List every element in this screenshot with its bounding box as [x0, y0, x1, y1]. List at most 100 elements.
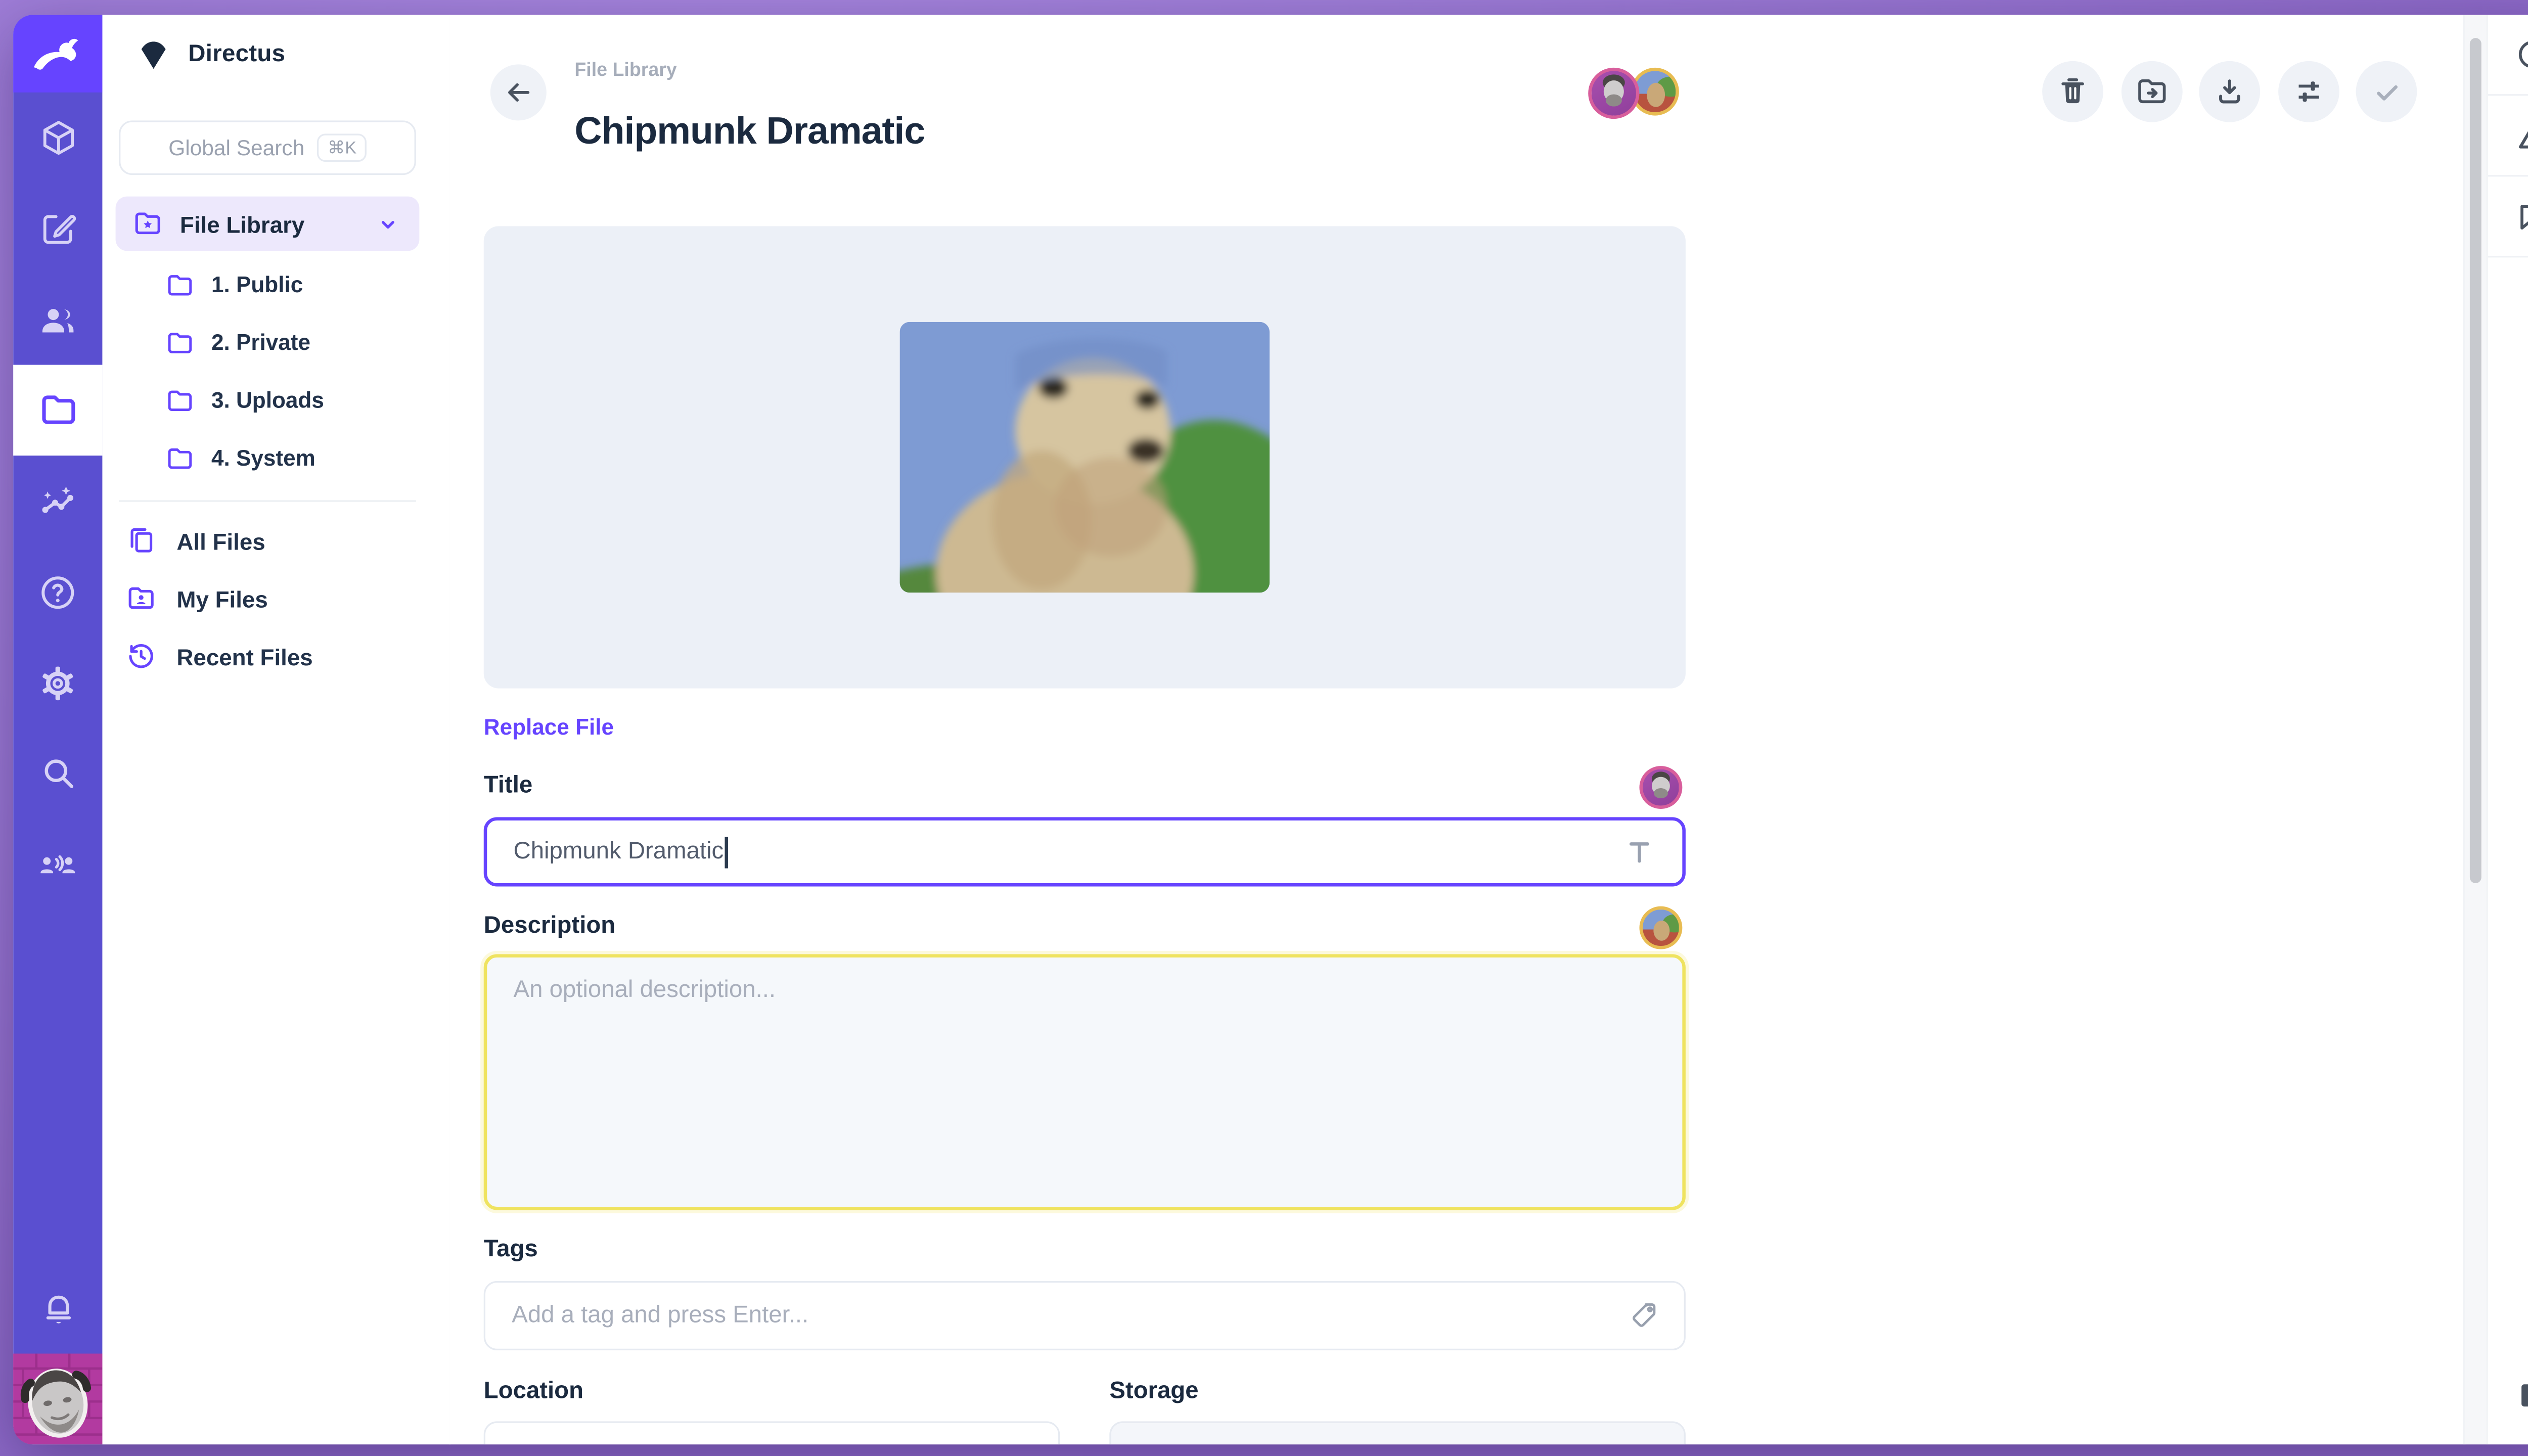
title-label: Title [484, 772, 532, 799]
check-icon [2368, 73, 2405, 110]
folder-icon [165, 443, 195, 473]
module-editor[interactable] [13, 183, 102, 274]
save-button[interactable] [2356, 61, 2417, 122]
trash-icon [2055, 74, 2090, 109]
storage-icon [1631, 1441, 1661, 1445]
module-files[interactable] [13, 365, 102, 456]
description-input[interactable] [484, 954, 1686, 1210]
translate-people-icon [36, 843, 79, 886]
scrollbar-track[interactable] [2463, 15, 2488, 1444]
search-shortcut-badge: ⌘K [318, 133, 366, 162]
sidebar-item-all-files[interactable]: All Files [102, 512, 449, 569]
link-label: My Files [176, 585, 267, 612]
module-translations[interactable] [13, 819, 102, 910]
user-presence-avatar[interactable] [1588, 68, 1639, 119]
gear-icon [36, 661, 79, 704]
download-icon [2213, 74, 2247, 109]
sidebar-item-label: File Library [180, 210, 356, 237]
tags-label: Tags [484, 1237, 538, 1263]
notifications-bell-button[interactable] [13, 1264, 102, 1353]
module-bar [13, 15, 102, 1444]
storage-label: Storage [1109, 1379, 1198, 1405]
history-icon [125, 641, 157, 672]
global-search-placeholder: Global Search [168, 135, 304, 160]
sidebar-item-recent-files[interactable]: Recent Files [102, 627, 449, 685]
people-icon [36, 298, 79, 341]
folder-move-icon [2135, 74, 2170, 109]
module-settings[interactable] [13, 637, 102, 728]
delete-button[interactable] [2042, 61, 2103, 122]
cube-icon [37, 117, 78, 159]
storage-input [1109, 1421, 1686, 1444]
rabbit-logo-icon [30, 34, 86, 73]
desktop: Directus Global Search ⌘K File Library [0, 0, 2528, 1456]
move-to-folder-button[interactable] [2121, 61, 2183, 122]
module-search[interactable] [13, 728, 102, 819]
link-label: Recent Files [176, 643, 312, 669]
project-header[interactable]: Directus [102, 15, 449, 72]
copy-icon [125, 525, 157, 556]
module-content[interactable] [13, 93, 102, 184]
format-title-icon [1623, 835, 1656, 868]
tag-icon [1628, 1299, 1661, 1332]
arrow-left-icon [502, 76, 535, 109]
tags-field [484, 1281, 1686, 1350]
search-icon [37, 753, 78, 794]
sidebar-item-file-library[interactable]: File Library [116, 197, 420, 251]
tune-icon [2291, 74, 2326, 109]
folder-special-icon [132, 208, 163, 239]
tags-input[interactable] [509, 1301, 1628, 1331]
page-title: Chipmunk Dramatic [574, 110, 925, 154]
adjust-button[interactable] [2278, 61, 2339, 122]
chevron-down-icon[interactable] [373, 209, 403, 239]
text-caret [726, 836, 728, 868]
info-sidebar-button[interactable] [2488, 15, 2528, 96]
navigation-sidebar: Directus Global Search ⌘K File Library [102, 15, 450, 1444]
replace-file-link[interactable]: Replace File [484, 715, 614, 740]
title-field-user-avatar[interactable] [1639, 766, 1682, 809]
app-window: Directus Global Search ⌘K File Library [13, 15, 2528, 1444]
module-help[interactable] [13, 547, 102, 638]
download-button[interactable] [2199, 61, 2260, 122]
module-users[interactable] [13, 274, 102, 365]
edit-icon [37, 208, 78, 249]
folder-icon [37, 390, 78, 431]
folder-label: 2. Private [211, 330, 310, 355]
user-avatar [13, 1354, 102, 1445]
comment-icon [2514, 198, 2528, 235]
scrollbar-handle[interactable] [2470, 38, 2481, 883]
project-logo-icon [136, 36, 172, 73]
right-sidebar: 1 [2488, 15, 2528, 1444]
file-preview-panel[interactable] [484, 226, 1686, 688]
folder-item-system[interactable]: 4. System [102, 429, 449, 487]
revisions-sidebar-button[interactable] [2488, 1375, 2528, 1417]
folder-item-public[interactable]: 1. Public [102, 256, 449, 313]
folder-account-icon [125, 583, 157, 614]
directus-rabbit-icon[interactable] [13, 15, 102, 92]
module-insights[interactable] [13, 456, 102, 547]
info-icon [2514, 36, 2528, 73]
folder-label: 1. Public [211, 272, 303, 297]
folder-item-uploads[interactable]: 3. Uploads [102, 372, 449, 429]
back-button[interactable] [490, 64, 547, 120]
file-preview-image[interactable] [900, 322, 1270, 593]
title-input[interactable]: Chipmunk Dramatic [484, 817, 1686, 886]
global-search-input[interactable]: Global Search ⌘K [119, 120, 416, 175]
notifications-sidebar-button[interactable]: 1 [2488, 96, 2528, 176]
help-icon [36, 570, 79, 613]
main-content: File Library Chipmunk Dramatic [449, 15, 2466, 1444]
link-label: All Files [176, 527, 265, 554]
breadcrumb[interactable]: File Library [574, 61, 676, 81]
user-avatar-button[interactable] [13, 1354, 102, 1445]
location-input[interactable] [484, 1421, 1060, 1444]
title-input-value: Chipmunk Dramatic [514, 839, 724, 865]
folder-icon [165, 328, 195, 357]
comments-sidebar-button[interactable] [2488, 176, 2528, 257]
description-label: Description [484, 913, 615, 939]
description-field-chipmunk-avatar[interactable] [1639, 906, 1682, 949]
insights-icon [36, 480, 79, 523]
folder-item-private[interactable]: 2. Private [102, 313, 449, 371]
file-links: All Files My Files Rec [102, 512, 449, 685]
sidebar-divider [119, 500, 416, 502]
sidebar-item-my-files[interactable]: My Files [102, 570, 449, 627]
